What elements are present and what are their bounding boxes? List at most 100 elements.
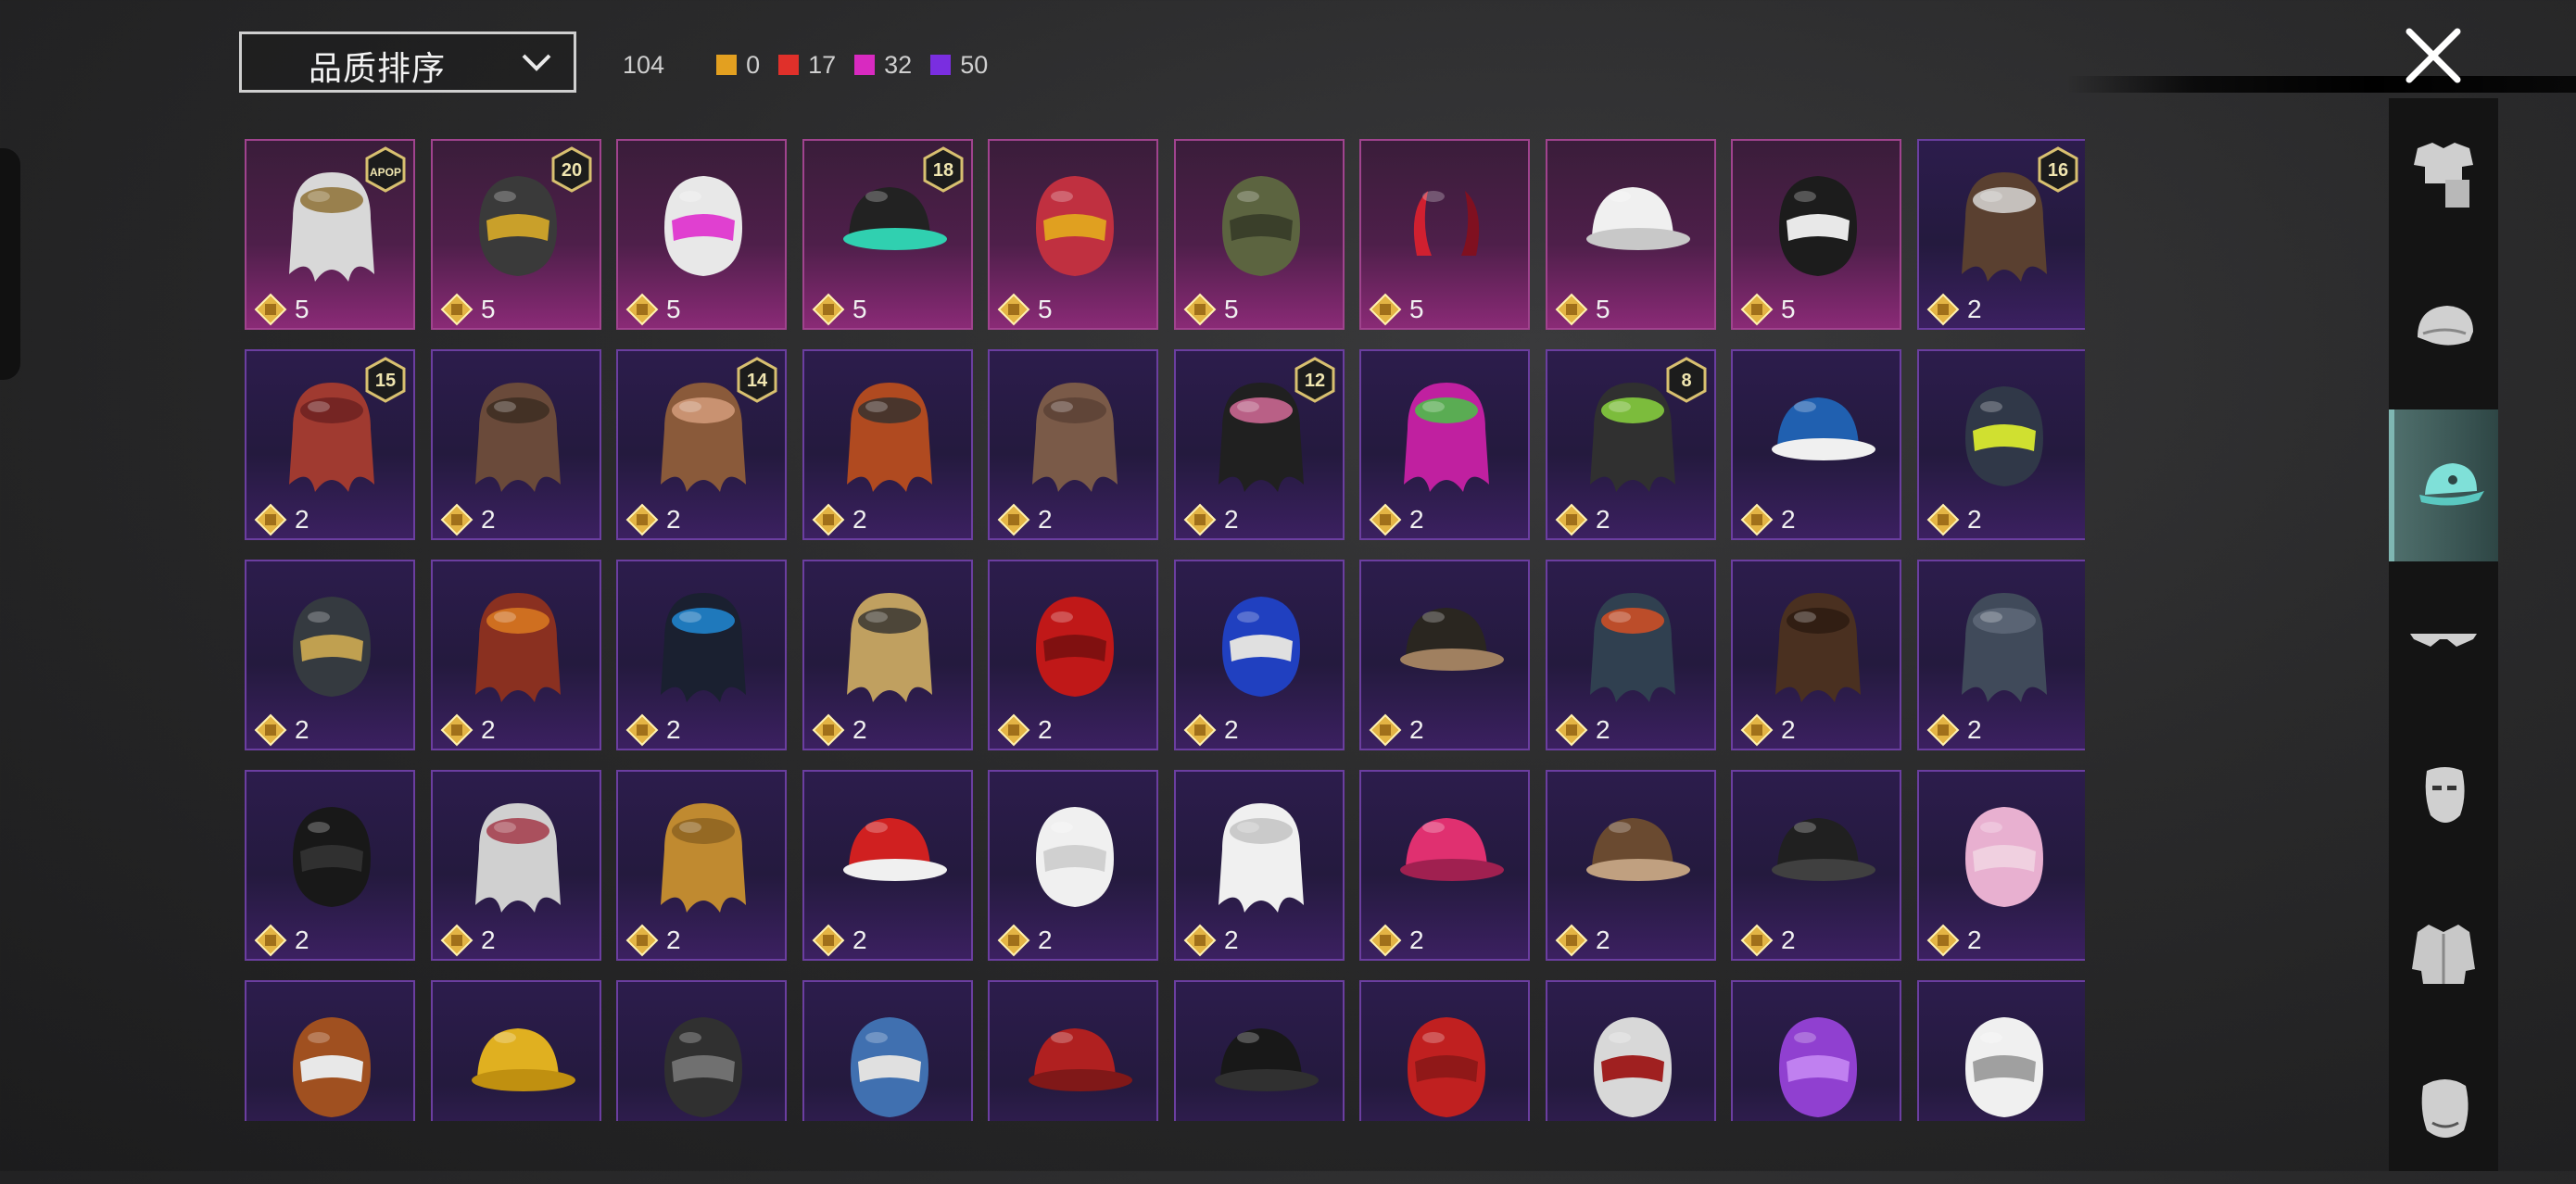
rail-tab-outfit[interactable] xyxy=(2389,98,2498,250)
mustard-beanie-icon xyxy=(661,803,746,913)
count-pink: 32 xyxy=(854,51,912,80)
skull-balaclava-icon xyxy=(1779,176,1857,276)
item-quantity: 2 xyxy=(666,715,681,744)
item-card[interactable] xyxy=(1359,980,1530,1121)
item-quantity: 2 xyxy=(1224,926,1239,954)
pink-visor-hood-icon xyxy=(664,176,742,276)
coin-icon xyxy=(254,713,287,747)
item-card[interactable]: 20 5 xyxy=(431,139,601,330)
item-card[interactable]: 5 xyxy=(1731,139,1901,330)
item-quantity: 2 xyxy=(295,926,309,954)
item-quantity: 5 xyxy=(295,295,309,323)
item-card[interactable]: 5 xyxy=(988,139,1158,330)
item-card[interactable]: 5 xyxy=(616,139,787,330)
black-gas-mask-icon xyxy=(293,807,371,907)
item-card[interactable] xyxy=(431,980,601,1121)
header-brush-stroke xyxy=(2066,76,2576,93)
coin-icon xyxy=(1555,924,1588,957)
item-quantity: 2 xyxy=(852,926,867,954)
item-card[interactable]: 2 xyxy=(988,349,1158,540)
item-card[interactable]: 5 xyxy=(1546,139,1716,330)
item-card[interactable]: 12 2 xyxy=(1174,349,1345,540)
ninja-mask-hair-icon xyxy=(1590,593,1675,702)
rail-tab-jacket[interactable] xyxy=(2389,876,2498,1028)
coin-icon xyxy=(812,924,845,957)
coin-icon xyxy=(625,924,659,957)
item-card[interactable]: 2 xyxy=(616,770,787,961)
item-card[interactable]: 2 xyxy=(1174,560,1345,750)
item-card[interactable]: 2 xyxy=(1917,349,2085,540)
item-quantity: 5 xyxy=(1409,295,1424,323)
coin-icon xyxy=(997,503,1030,536)
item-card[interactable] xyxy=(988,980,1158,1121)
item-quantity: 2 xyxy=(666,926,681,954)
item-card[interactable]: 2 xyxy=(1917,770,2085,961)
item-card[interactable] xyxy=(802,980,973,1121)
chevron-down-icon xyxy=(522,54,551,71)
item-card[interactable]: 2 xyxy=(1731,560,1901,750)
baseball-cap-icon xyxy=(1772,397,1875,460)
coin-icon xyxy=(1369,713,1402,747)
item-card[interactable]: 2 xyxy=(802,770,973,961)
item-card[interactable] xyxy=(1174,980,1345,1121)
item-card[interactable]: 2 xyxy=(431,560,601,750)
item-quantity: 2 xyxy=(1038,505,1053,534)
item-card[interactable]: 2 xyxy=(1731,349,1901,540)
goggles-hair-icon xyxy=(475,383,561,492)
item-card[interactable]: 82 xyxy=(1546,349,1716,540)
item-card[interactable]: 2 xyxy=(616,560,787,750)
brown-long-hair-icon xyxy=(1775,593,1861,702)
item-card[interactable]: 2 xyxy=(1917,560,2085,750)
item-card[interactable] xyxy=(616,980,787,1121)
rail-tab-hat[interactable] xyxy=(2389,409,2498,561)
red-beret-icon xyxy=(1029,1028,1132,1091)
coin-icon xyxy=(1369,503,1402,536)
item-card[interactable]: 5 xyxy=(1174,139,1345,330)
rail-tab-face[interactable] xyxy=(2389,1032,2498,1184)
coin-icon xyxy=(1926,293,1960,326)
count-red: 17 xyxy=(778,51,836,80)
item-card[interactable]: 2 xyxy=(802,349,973,540)
item-card[interactable]: 2 xyxy=(1359,770,1530,961)
item-card[interactable]: 2 xyxy=(1546,560,1716,750)
item-card[interactable] xyxy=(245,980,415,1121)
rail-tab-mask[interactable] xyxy=(2389,721,2498,873)
item-card[interactable]: 2 xyxy=(1546,770,1716,961)
item-card[interactable]: 5 xyxy=(1359,139,1530,330)
item-quantity: 2 xyxy=(1967,505,1982,534)
item-card[interactable]: 16 2 xyxy=(1917,139,2085,330)
item-card[interactable]: 2 xyxy=(245,770,415,961)
item-card[interactable]: 2 xyxy=(988,560,1158,750)
coin-icon xyxy=(254,293,287,326)
rail-tab-head[interactable] xyxy=(2389,254,2498,406)
level-badge-icon: 15 xyxy=(365,357,406,403)
coin-icon xyxy=(625,503,659,536)
gold-square-icon xyxy=(716,55,738,75)
sort-dropdown[interactable]: 品质排序 xyxy=(239,31,576,93)
item-card[interactable]: 2 xyxy=(431,349,601,540)
item-card[interactable]: 2 xyxy=(802,560,973,750)
item-card[interactable] xyxy=(1731,980,1901,1121)
item-card[interactable]: 2 xyxy=(1731,770,1901,961)
rail-tab-glasses[interactable] xyxy=(2389,565,2498,717)
item-card[interactable]: 2 xyxy=(1359,560,1530,750)
item-card[interactable]: 2 xyxy=(245,560,415,750)
outfit-icon xyxy=(2414,143,2473,208)
item-card[interactable]: 14 2 xyxy=(616,349,787,540)
item-card[interactable]: 2 xyxy=(1359,349,1530,540)
coin-icon xyxy=(812,713,845,747)
item-quantity: 5 xyxy=(1781,295,1796,323)
item-card[interactable]: 2 xyxy=(431,770,601,961)
item-card[interactable] xyxy=(1546,980,1716,1121)
item-card[interactable]: 15 2 xyxy=(245,349,415,540)
item-card[interactable]: 18 5 xyxy=(802,139,973,330)
item-card[interactable]: APOP 5 xyxy=(245,139,415,330)
close-icon[interactable] xyxy=(2396,19,2470,93)
item-card[interactable]: 2 xyxy=(988,770,1158,961)
aviator-cap-icon xyxy=(1586,818,1690,881)
level-badge-icon: 16 xyxy=(2038,146,2078,193)
item-card[interactable]: 2 xyxy=(1174,770,1345,961)
football-helmet-icon xyxy=(293,1017,371,1117)
item-card[interactable] xyxy=(1917,980,2085,1121)
hat-icon xyxy=(2419,463,2484,506)
